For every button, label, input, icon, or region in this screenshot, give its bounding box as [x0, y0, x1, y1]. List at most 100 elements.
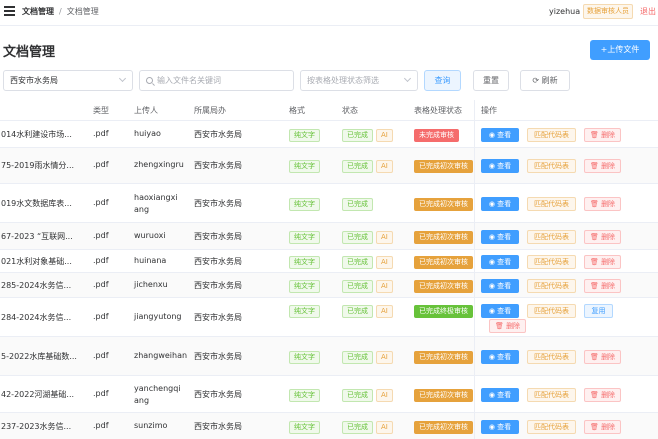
status-badge: 已完成: [342, 160, 373, 173]
view-button[interactable]: ◉ 查看: [481, 127, 519, 142]
table-row[interactable]: 284-2024水务信... .pdf jiangyutong 西安市水务局 纯…: [0, 297, 658, 336]
delete-button[interactable]: 🗑 删除: [489, 319, 526, 333]
ai-badge: AI: [376, 420, 393, 434]
filename-search-input[interactable]: 输入文件名关键词: [139, 70, 294, 91]
type-cell: .pdf: [93, 230, 109, 240]
uploader-cell: haoxiangxiang: [134, 192, 178, 214]
table-row[interactable]: 019水文数据库表... .pdf haoxiangxiang 西安市水务局 纯…: [0, 183, 658, 222]
match-code-table-button[interactable]: 匹配代码表: [527, 278, 576, 293]
format-badge: 纯文字: [289, 279, 320, 293]
table-row[interactable]: 67-2023 “互联网... .pdf wuruoxi 西安市水务局 纯文字 …: [0, 222, 658, 249]
agency-cell: 西安市水务局: [194, 421, 242, 431]
breadcrumb: 文档管理 / 文档管理: [22, 6, 99, 18]
format-badge: 纯文字: [289, 160, 320, 173]
delete-button[interactable]: 🗑 删除: [584, 159, 621, 173]
filename-cell[interactable]: 75-2019雨水情分...: [1, 160, 74, 171]
filename-cell[interactable]: 5-2022水库基础数...: [1, 351, 77, 362]
match-code-table-button[interactable]: 匹配代码表: [527, 304, 576, 318]
search-icon: [146, 77, 153, 84]
top-bar: 文档管理 / 文档管理 yizehua 数据审核人员 退出: [0, 0, 658, 26]
table-status-select[interactable]: 按表格处理状态筛选: [300, 70, 418, 91]
agency-cell: 西安市水务局: [194, 256, 242, 266]
filename-cell[interactable]: 285-2024水务信...: [1, 280, 71, 291]
uploader-cell: huinana: [134, 255, 167, 265]
match-code-table-button[interactable]: 匹配代码表: [527, 387, 576, 402]
filename-cell[interactable]: 021水利对象基础...: [1, 256, 72, 267]
table-status-badge: 未完成审核: [414, 128, 459, 142]
view-button[interactable]: ◉ 查看: [481, 159, 519, 173]
delete-button[interactable]: 🗑 删除: [584, 419, 621, 434]
refresh-icon: ⟳: [532, 76, 540, 85]
match-code-table-button[interactable]: 匹配代码表: [527, 419, 576, 434]
view-button[interactable]: ◉ 查看: [481, 419, 519, 434]
username: yizehua: [549, 7, 581, 16]
view-button[interactable]: ◉ 查看: [481, 229, 519, 244]
fixed-column-divider: [474, 100, 475, 439]
match-code-table-button[interactable]: 匹配代码表: [527, 196, 576, 211]
status-select-placeholder: 按表格处理状态筛选: [307, 76, 379, 85]
logout-link[interactable]: 退出: [640, 6, 656, 18]
filename-cell[interactable]: 67-2023 “互联网...: [1, 231, 73, 242]
table-status-badge: 已完成初次审核: [414, 160, 473, 173]
table-row[interactable]: 237-2023水务信... .pdf sunzimo 西安市水务局 纯文字 已…: [0, 412, 658, 439]
breadcrumb-current: 文档管理: [66, 7, 99, 16]
status-badge: 已完成: [342, 388, 373, 402]
view-button[interactable]: ◉ 查看: [481, 278, 519, 293]
query-button[interactable]: 查询: [424, 70, 461, 91]
view-button[interactable]: ◉ 查看: [481, 349, 519, 364]
table-row[interactable]: 42-2022河湖基础... .pdf yanchengqiang 西安市水务局…: [0, 375, 658, 412]
delete-button[interactable]: 🗑 删除: [584, 127, 621, 142]
ai-badge: AI: [376, 279, 393, 293]
view-button[interactable]: ◉ 查看: [481, 254, 519, 269]
uploader-cell: wuruoxi: [134, 230, 166, 240]
delete-button[interactable]: 🗑 删除: [584, 387, 621, 402]
delete-button[interactable]: 🗑 删除: [584, 196, 621, 211]
status-badge: 已完成: [342, 255, 373, 269]
table-status-badge: 已完成初次审核: [414, 279, 473, 293]
view-button[interactable]: ◉ 查看: [481, 196, 519, 211]
agency-select[interactable]: 西安市水务局: [3, 70, 133, 91]
table-status-badge: 已完成初次审核: [414, 255, 473, 269]
format-badge: 纯文字: [289, 197, 320, 211]
view-button[interactable]: ◉ 查看: [481, 387, 519, 402]
menu-icon[interactable]: [4, 6, 15, 16]
reset-button[interactable]: 重置: [473, 70, 509, 91]
delete-button[interactable]: 🗑 删除: [584, 229, 621, 244]
filename-cell[interactable]: 014水利建设市场...: [1, 129, 72, 140]
type-cell: .pdf: [93, 197, 109, 207]
table-row[interactable]: 021水利对象基础... .pdf huinana 西安市水务局 纯文字 已完成…: [0, 249, 658, 272]
breadcrumb-separator: /: [59, 7, 62, 16]
table-row[interactable]: 5-2022水库基础数... .pdf zhangweihan 西安市水务局 纯…: [0, 336, 658, 375]
filename-cell[interactable]: 019水文数据库表...: [1, 198, 72, 209]
uploader-cell: zhangweihan: [134, 350, 188, 360]
match-code-table-button[interactable]: 匹配代码表: [527, 127, 576, 142]
delete-button[interactable]: 🗑 删除: [584, 349, 621, 364]
reuse-button[interactable]: 复用: [584, 304, 613, 318]
delete-button[interactable]: 🗑 删除: [584, 254, 621, 269]
format-badge: 纯文字: [289, 388, 320, 402]
column-table-status: 表格处理状态: [414, 106, 462, 115]
match-code-table-button[interactable]: 匹配代码表: [527, 349, 576, 364]
format-badge: 纯文字: [289, 305, 320, 318]
table-row[interactable]: 75-2019雨水情分... .pdf zhengxingru 西安市水务局 纯…: [0, 147, 658, 183]
filename-cell[interactable]: 284-2024水务信...: [1, 312, 71, 323]
match-code-table-button[interactable]: 匹配代码表: [527, 229, 576, 244]
format-badge: 纯文字: [289, 255, 320, 269]
column-type: 类型: [93, 106, 109, 115]
filename-cell[interactable]: 237-2023水务信...: [1, 421, 71, 432]
table-row[interactable]: 285-2024水务信... .pdf jichenxu 西安市水务局 纯文字 …: [0, 272, 658, 297]
filename-cell[interactable]: 42-2022河湖基础...: [1, 389, 74, 400]
refresh-button[interactable]: ⟳ 刷新: [520, 70, 570, 91]
chevron-down-icon: [403, 74, 412, 83]
agency-cell: 西安市水务局: [194, 389, 242, 399]
breadcrumb-root[interactable]: 文档管理: [22, 7, 54, 16]
view-button[interactable]: ◉ 查看: [481, 304, 519, 318]
delete-button[interactable]: 🗑 删除: [584, 278, 621, 293]
upload-file-button[interactable]: +上传文件: [590, 40, 650, 60]
match-code-table-button[interactable]: 匹配代码表: [527, 254, 576, 269]
ai-badge: AI: [376, 388, 393, 402]
match-code-table-button[interactable]: 匹配代码表: [527, 159, 576, 173]
ai-badge: AI: [376, 255, 393, 269]
table-row[interactable]: 014水利建设市场... .pdf huiyao 西安市水务局 纯文字 已完成 …: [0, 120, 658, 147]
type-cell: .pdf: [93, 255, 109, 265]
